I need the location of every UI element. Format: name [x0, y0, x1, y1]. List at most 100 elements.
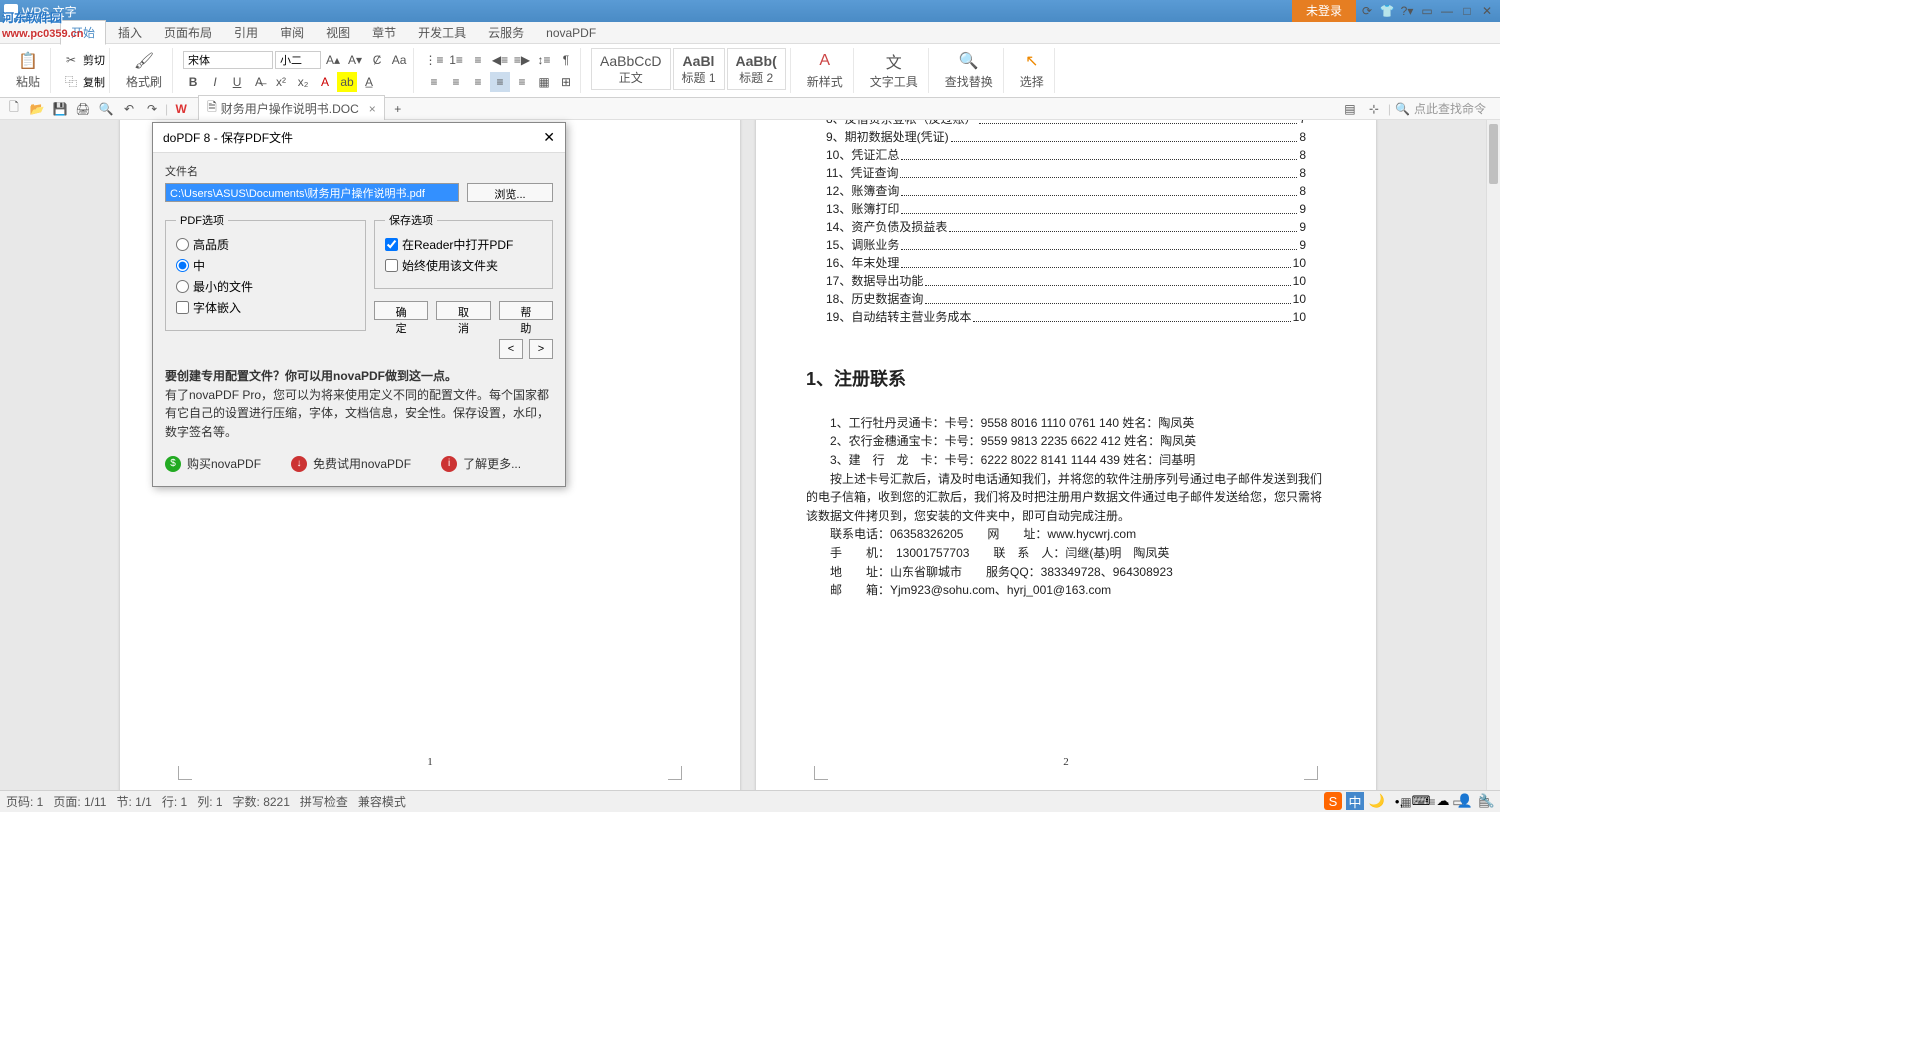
qat-save-icon[interactable]: 💾: [50, 99, 70, 119]
qat-undo-icon[interactable]: ↶: [119, 99, 139, 119]
qat-open-icon[interactable]: 📂: [27, 99, 47, 119]
font-size-select[interactable]: [275, 51, 321, 69]
check-always-folder[interactable]: [385, 259, 398, 272]
maximize-icon[interactable]: □: [1458, 2, 1476, 20]
clear-format-icon[interactable]: Ȼ: [367, 50, 387, 70]
style-normal[interactable]: AaBbCcD正文: [591, 48, 670, 90]
prev-button[interactable]: <: [499, 339, 523, 359]
tray-ime-icon[interactable]: 中: [1346, 792, 1364, 810]
qat-print-icon[interactable]: 🖨: [73, 99, 93, 119]
refresh-icon[interactable]: ⟳: [1358, 2, 1376, 20]
show-marks-icon[interactable]: ¶: [556, 50, 576, 70]
browse-button[interactable]: 浏览...: [467, 183, 553, 202]
menu-view[interactable]: 视图: [316, 21, 360, 44]
tab-close-icon[interactable]: ×: [369, 102, 376, 116]
menu-cloud[interactable]: 云服务: [478, 21, 534, 44]
tray-keyboard-icon[interactable]: ⌨: [1412, 792, 1430, 810]
nav-pane-icon[interactable]: ▤: [1340, 99, 1360, 119]
copy-icon[interactable]: ⿻: [61, 72, 81, 92]
learn-more-button[interactable]: i了解更多...: [441, 455, 521, 472]
filename-input[interactable]: [165, 183, 459, 202]
next-button[interactable]: >: [529, 339, 553, 359]
text-tools-button[interactable]: 文文字工具: [864, 49, 924, 92]
decrease-indent-icon[interactable]: ◀≡: [490, 50, 510, 70]
numbering-icon[interactable]: 1≡: [446, 50, 466, 70]
bold-icon[interactable]: B: [183, 72, 203, 92]
menu-novapdf[interactable]: novaPDF: [536, 23, 606, 43]
shading-icon[interactable]: ▦: [534, 72, 554, 92]
tray-moon-icon[interactable]: 🌙: [1368, 792, 1386, 810]
underline-icon[interactable]: U: [227, 72, 247, 92]
menu-references[interactable]: 引用: [224, 21, 268, 44]
menu-devtools[interactable]: 开发工具: [408, 21, 476, 44]
qat-new-icon[interactable]: 🗋: [4, 99, 24, 119]
distribute-icon[interactable]: ≡: [512, 72, 532, 92]
radio-medium[interactable]: [176, 259, 189, 272]
superscript-icon[interactable]: x²: [271, 72, 291, 92]
justify-icon[interactable]: ≡: [490, 72, 510, 92]
tray-punct-icon[interactable]: •,: [1390, 792, 1408, 810]
vertical-scrollbar[interactable]: [1486, 120, 1500, 790]
radio-high-quality[interactable]: [176, 238, 189, 251]
menu-start[interactable]: 开始: [60, 20, 106, 45]
dialog-close-icon[interactable]: ✕: [543, 129, 555, 146]
minimize-icon[interactable]: —: [1438, 2, 1456, 20]
tray-user-icon[interactable]: 👤: [1456, 792, 1474, 810]
status-spellcheck[interactable]: 拼写检查: [300, 793, 348, 810]
close-icon[interactable]: ✕: [1478, 2, 1496, 20]
new-style-button[interactable]: A新样式: [801, 49, 849, 92]
document-tab[interactable]: 🗎 财务用户操作说明书.DOC ×: [198, 95, 385, 122]
italic-icon[interactable]: I: [205, 72, 225, 92]
paste-button[interactable]: 📋粘贴: [10, 49, 46, 92]
format-painter-button[interactable]: 🖌格式刷: [120, 49, 168, 92]
buy-novapdf-button[interactable]: $购买novaPDF: [165, 455, 261, 472]
cancel-button[interactable]: 取消: [436, 301, 490, 320]
align-center-icon[interactable]: ≡: [446, 72, 466, 92]
tray-wrench-icon[interactable]: 🔧: [1478, 792, 1496, 810]
line-spacing-icon[interactable]: ↕≡: [534, 50, 554, 70]
scrollbar-thumb[interactable]: [1489, 124, 1498, 184]
help-button[interactable]: 帮助: [499, 301, 553, 320]
subscript-icon[interactable]: x₂: [293, 72, 313, 92]
char-border-icon[interactable]: A̲: [359, 72, 379, 92]
style-heading1[interactable]: AaBl标题 1: [673, 48, 725, 90]
style-heading2[interactable]: AaBb(标题 2: [727, 48, 786, 90]
tray-sogou-icon[interactable]: S: [1324, 792, 1342, 810]
find-replace-button[interactable]: 🔍查找替换: [939, 49, 999, 92]
menu-layout[interactable]: 页面布局: [154, 21, 222, 44]
ok-button[interactable]: 确定: [374, 301, 428, 320]
align-right-icon[interactable]: ≡: [468, 72, 488, 92]
font-name-select[interactable]: [183, 51, 273, 69]
align-left-icon[interactable]: ≡: [424, 72, 444, 92]
check-open-reader[interactable]: [385, 238, 398, 251]
search-command[interactable]: 点此查找命令: [1414, 100, 1486, 117]
qat-redo-icon[interactable]: ↷: [142, 99, 162, 119]
qat-preview-icon[interactable]: 🔍: [96, 99, 116, 119]
menu-section[interactable]: 章节: [362, 21, 406, 44]
shirt-icon[interactable]: 👕: [1378, 2, 1396, 20]
increase-indent-icon[interactable]: ≡▶: [512, 50, 532, 70]
change-case-icon[interactable]: Aa: [389, 50, 409, 70]
bullets-icon[interactable]: ⋮≡: [424, 50, 444, 70]
new-tab-icon[interactable]: +: [388, 99, 408, 119]
menu-insert[interactable]: 插入: [108, 21, 152, 44]
multilevel-icon[interactable]: ≡: [468, 50, 488, 70]
tray-cloud-icon[interactable]: ☁: [1434, 792, 1452, 810]
font-color-icon[interactable]: A: [315, 72, 335, 92]
cut-icon[interactable]: ✂: [61, 50, 81, 70]
trial-novapdf-button[interactable]: ↓免费试用novaPDF: [291, 455, 411, 472]
help-icon[interactable]: ?▾: [1398, 2, 1416, 20]
check-embed-fonts[interactable]: [176, 301, 189, 314]
window-icon[interactable]: ▭: [1418, 2, 1436, 20]
ruler-icon[interactable]: ⊹: [1364, 99, 1384, 119]
menu-review[interactable]: 审阅: [270, 21, 314, 44]
shrink-font-icon[interactable]: A▾: [345, 50, 365, 70]
strike-icon[interactable]: A̶: [249, 72, 269, 92]
qat-wps-icon[interactable]: W: [171, 99, 191, 119]
borders-icon[interactable]: ⊞: [556, 72, 576, 92]
highlight-icon[interactable]: ab: [337, 72, 357, 92]
select-button[interactable]: ↖选择: [1014, 49, 1050, 92]
grow-font-icon[interactable]: A▴: [323, 50, 343, 70]
radio-smallest[interactable]: [176, 280, 189, 293]
login-button[interactable]: 未登录: [1292, 0, 1356, 22]
